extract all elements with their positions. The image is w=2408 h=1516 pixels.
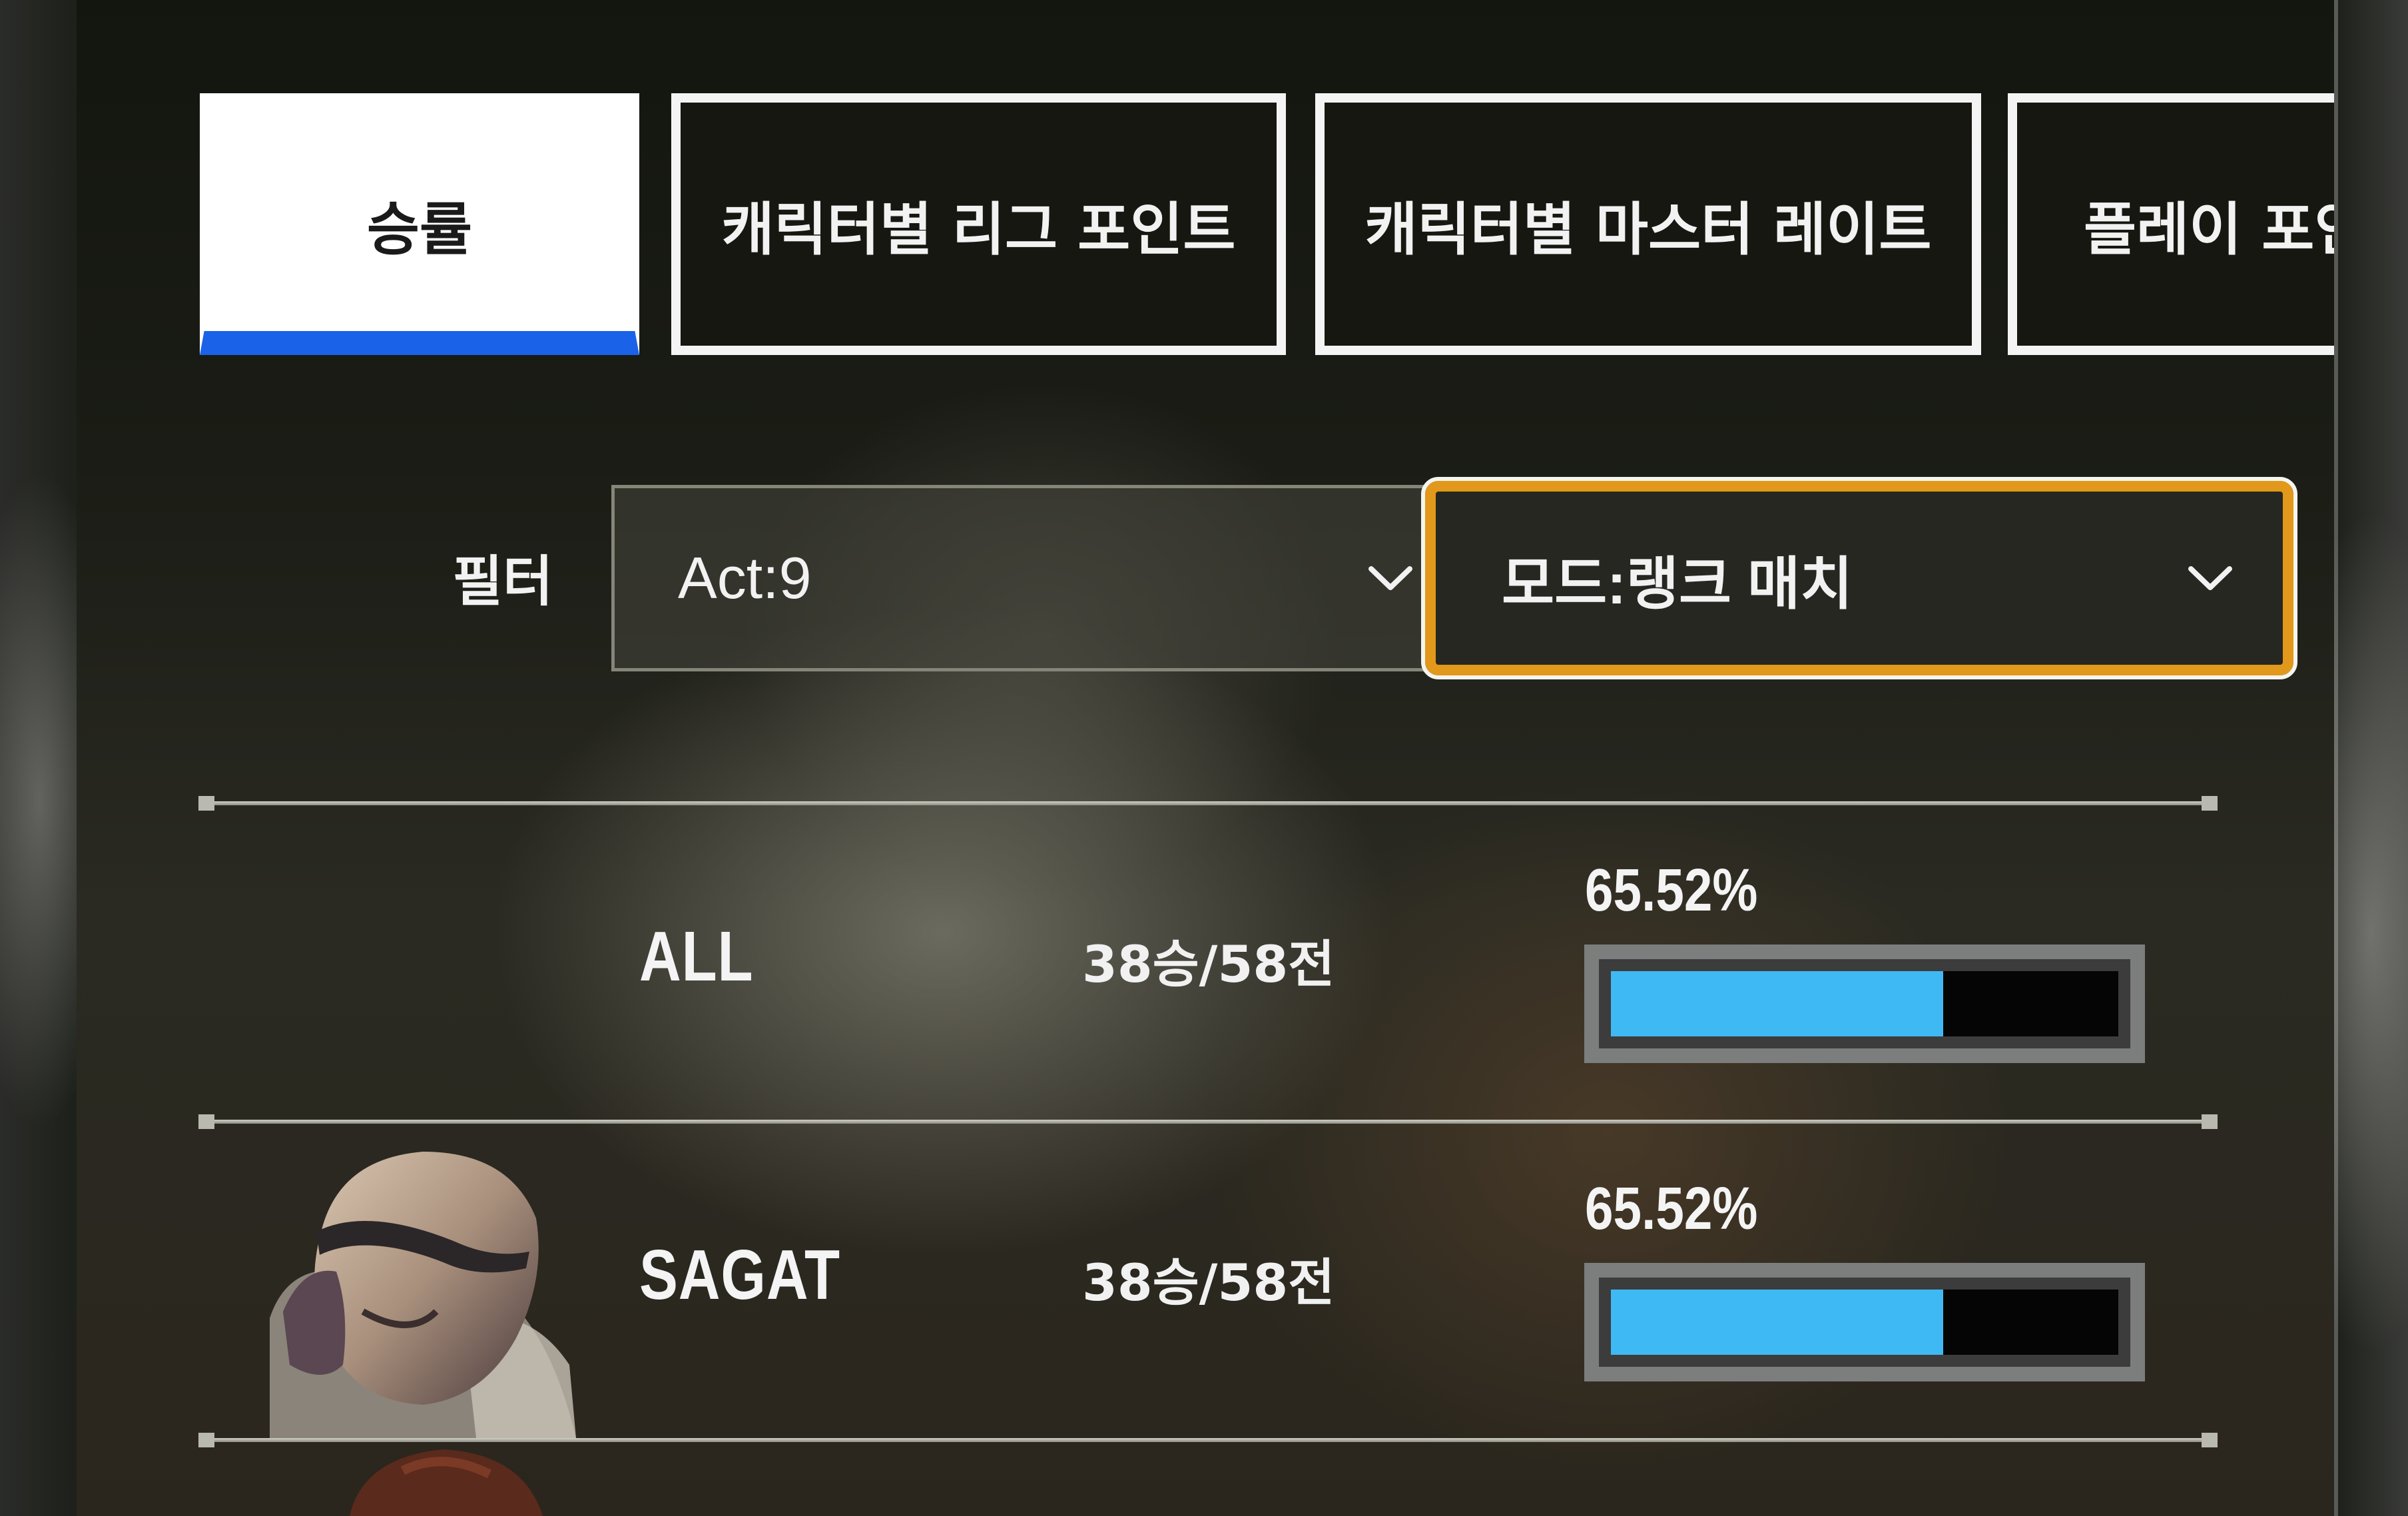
tab-label: 캐릭터별 리그 포인트 [721, 196, 1236, 263]
active-tab-indicator [200, 331, 639, 355]
win-rate-bar-fill [1611, 1290, 1944, 1355]
sagat-portrait [270, 1152, 576, 1438]
stats-panel: 승률 캐릭터별 리그 포인트 캐릭터별 마스터 레이트 플레이 포인 필터 Ac… [77, 0, 2334, 1516]
chevron-down-icon [1368, 566, 1412, 590]
tab-label: 승률 [366, 196, 473, 263]
tab-play-points[interactable]: 플레이 포인 [2008, 93, 2334, 355]
tab-bar: 승률 캐릭터별 리그 포인트 캐릭터별 마스터 레이트 플레이 포인 [77, 0, 2334, 373]
character-name: SAGAT [639, 1236, 840, 1314]
win-rate-bar [1584, 945, 2145, 1063]
next-character-portrait [350, 1449, 543, 1516]
chevron-down-icon [2188, 566, 2232, 590]
mode-select[interactable]: 모드:랭크 매치 [1421, 477, 2297, 679]
win-loss-record: 38승/58전 [1082, 1253, 1335, 1312]
tab-league-points-by-character[interactable]: 캐릭터별 리그 포인트 [671, 93, 1286, 355]
win-rate-bar-fill [1611, 971, 1944, 1036]
table-row[interactable]: ALL 38승/58전 65.52% [77, 803, 2334, 1120]
win-rate-value: 65.52% [1585, 857, 1758, 924]
win-loss-record: 38승/58전 [1082, 935, 1335, 994]
panel-edge [2334, 0, 2338, 1516]
tab-master-rate-by-character[interactable]: 캐릭터별 마스터 레이트 [1315, 93, 1981, 355]
act-select[interactable]: Act:9 [611, 485, 1470, 671]
mode-select-value: 모드:랭크 매치 [1502, 552, 1853, 616]
act-select-value: Act:9 [678, 545, 812, 611]
character-name: ALL [639, 917, 754, 996]
win-rate-bar [1584, 1263, 2145, 1381]
tab-win-rate[interactable]: 승률 [200, 93, 639, 355]
row-divider [198, 1433, 2218, 1447]
win-rate-value: 65.52% [1585, 1176, 1758, 1242]
filter-label: 필터 [452, 550, 553, 613]
tab-label: 플레이 포인 [2084, 196, 2334, 263]
table-row[interactable]: SAGAT 38승/58전 65.52% [77, 1122, 2334, 1438]
tab-label: 캐릭터별 마스터 레이트 [1364, 196, 1932, 263]
